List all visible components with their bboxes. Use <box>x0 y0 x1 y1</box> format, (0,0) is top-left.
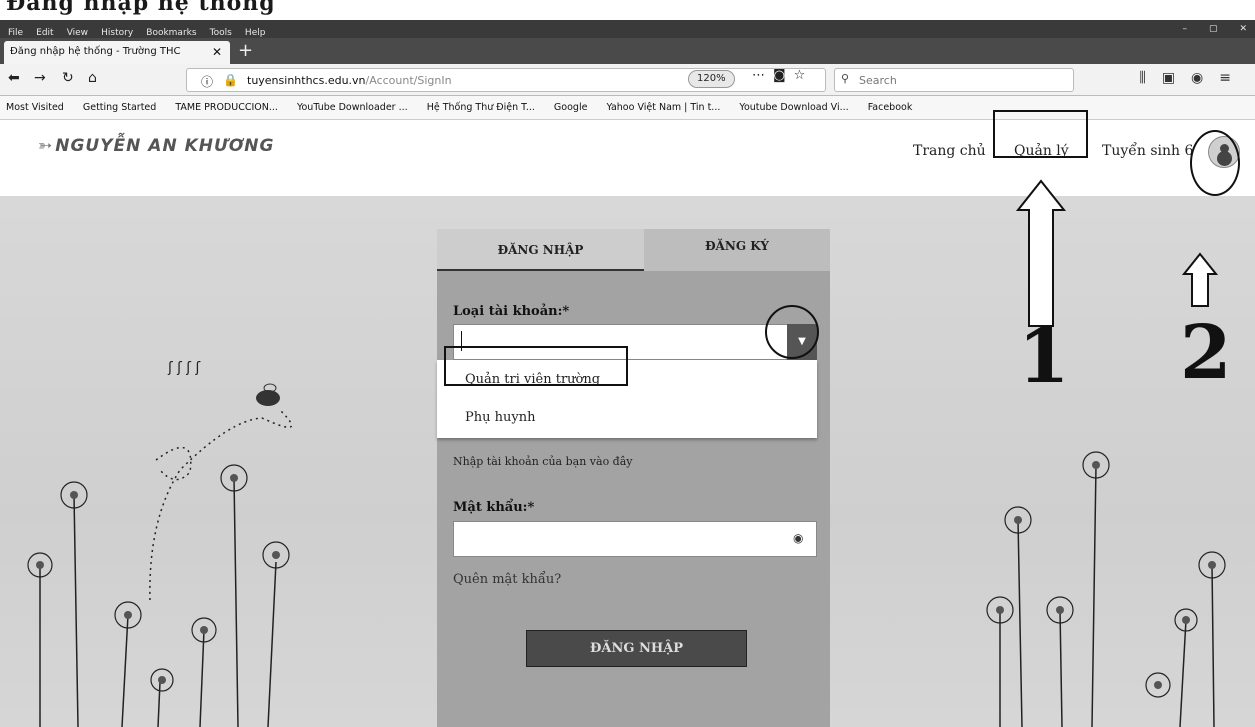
annotation-number-1: 1 <box>1018 314 1070 400</box>
annotation-number-2: 2 <box>1180 310 1232 396</box>
arrow-up-2 <box>1181 252 1219 307</box>
arrow-up-1 <box>1015 179 1067 327</box>
